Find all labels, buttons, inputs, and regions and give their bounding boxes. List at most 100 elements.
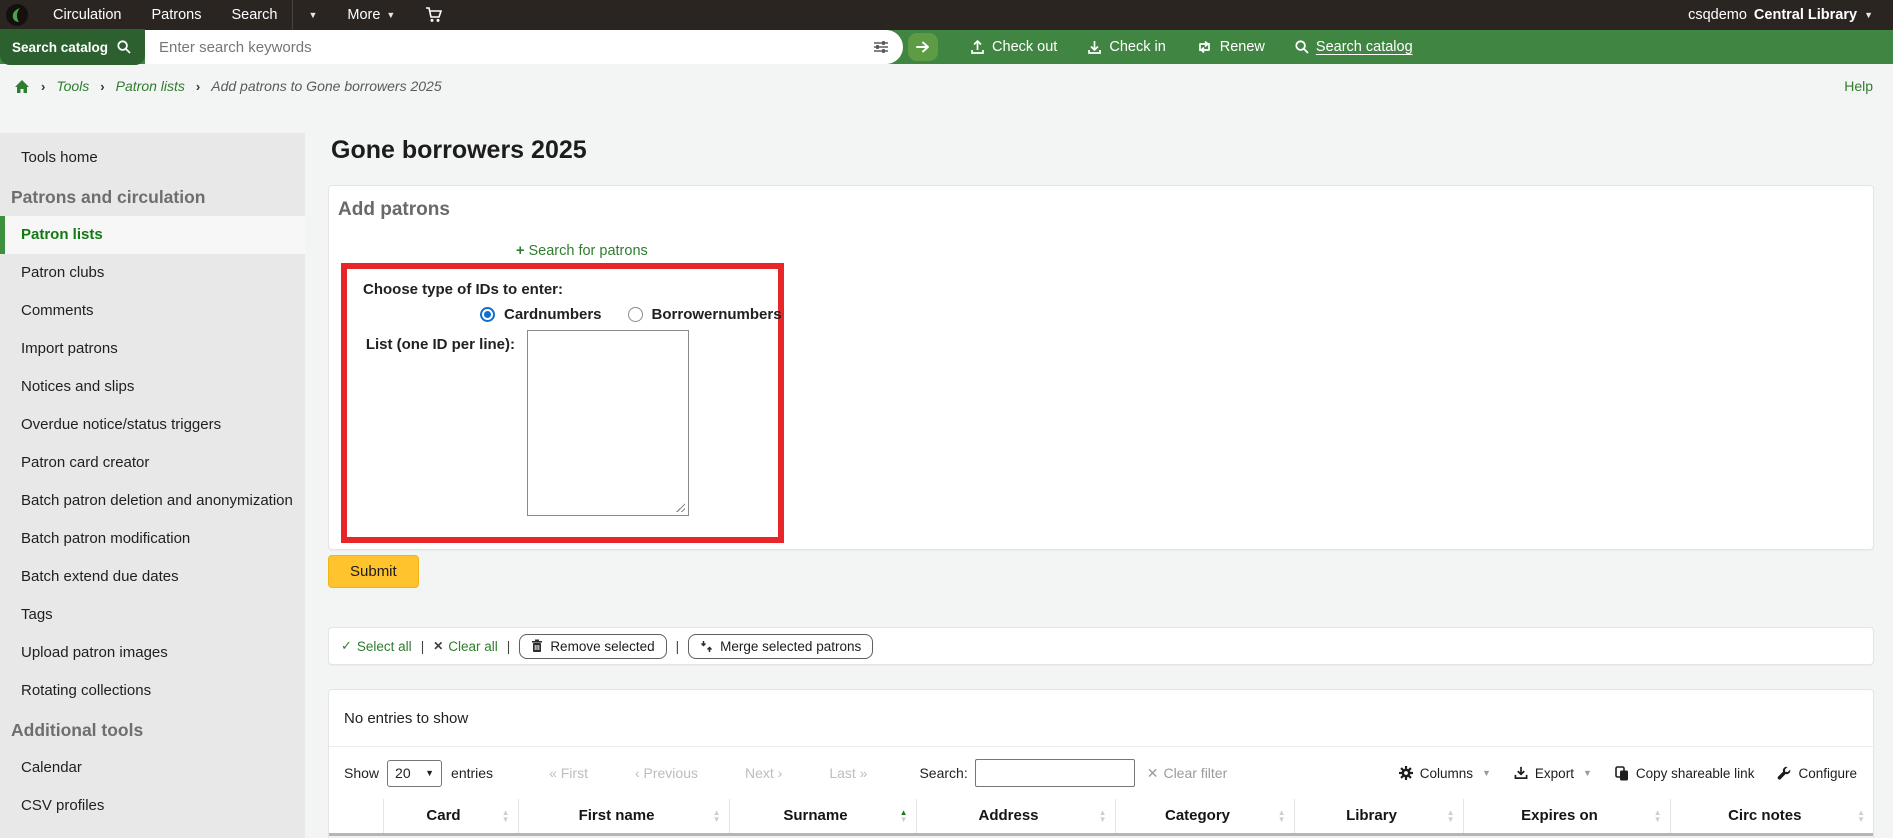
cart-icon <box>425 7 443 23</box>
catalog-search-input[interactable] <box>159 38 874 56</box>
sort-icon: ▲ ▼ <box>712 808 721 824</box>
pagination: « First ‹ Previous Next › Last » <box>549 765 867 781</box>
add-patrons-panel: Add patrons + Search for patrons Choose t… <box>328 185 1874 550</box>
export-button[interactable]: Export ▼ <box>1514 766 1592 781</box>
sidebar-item-patron-clubs[interactable]: Patron clubs <box>0 254 305 292</box>
table-header-row: Card ▲ ▼ First name ▲ ▼ Surname ▲ ▼ Address ▲ ▼ … <box>329 799 1873 835</box>
sidebar-item-patron-lists[interactable]: Patron lists <box>0 216 305 254</box>
chevron-down-icon: ▼ <box>425 768 435 778</box>
id-list-label: List (one ID per line): <box>365 336 515 353</box>
id-list-textarea[interactable] <box>527 330 689 516</box>
search-catalog-link[interactable]: Search catalog <box>1295 39 1413 55</box>
breadcrumb-patron-lists[interactable]: Patron lists <box>116 78 185 94</box>
nav-search[interactable]: Search <box>216 0 292 30</box>
chevron-down-icon: ▼ <box>386 10 396 20</box>
borrowernumbers-radio[interactable] <box>627 307 643 322</box>
table-search-label: Search: <box>919 765 968 781</box>
sidebar-item-notices-slips[interactable]: Notices and slips <box>0 368 305 406</box>
sort-asc-active-icon: ▲ ▼ <box>899 808 908 824</box>
sidebar-item-tags[interactable]: Tags <box>0 596 305 634</box>
submit-button[interactable]: Submit <box>328 555 419 588</box>
columns-button[interactable]: Columns ▼ <box>1398 766 1491 781</box>
sidebar-item-rotating-collections[interactable]: Rotating collections <box>0 672 305 710</box>
cardnumbers-radio-label[interactable]: Cardnumbers <box>504 306 602 323</box>
header-surname[interactable]: Surname ▲ ▼ <box>728 799 916 835</box>
id-type-label: Choose type of IDs to enter: <box>363 281 564 298</box>
check-in-link[interactable]: Check in <box>1087 39 1166 55</box>
header-card[interactable]: Card ▲ ▼ <box>382 799 518 835</box>
breadcrumb-separator: › <box>195 78 201 94</box>
last-page-button[interactable]: Last » <box>829 765 867 781</box>
sidebar-item-csv-profiles[interactable]: CSV profiles <box>0 787 305 825</box>
cardnumbers-radio[interactable] <box>480 307 495 322</box>
login-context: csqdemo <box>1688 7 1747 23</box>
nav-circulation[interactable]: Circulation <box>38 0 137 30</box>
chevron-down-icon: ▼ <box>1864 10 1873 20</box>
sidebar-item-batch-deletion[interactable]: Batch patron deletion and anonymization <box>0 482 305 520</box>
sidebar-item-patron-card-creator[interactable]: Patron card creator <box>0 444 305 482</box>
help-link[interactable]: Help <box>1844 78 1873 94</box>
breadcrumb-separator: › <box>100 78 105 94</box>
logged-in-user-menu[interactable]: csqdemo Central Library ▼ <box>1688 7 1873 23</box>
previous-page-button[interactable]: ‹ Previous <box>635 765 698 781</box>
breadcrumb: › Tools › Patron lists › Add patrons to … <box>0 64 1893 108</box>
search-catalog-tab[interactable]: Search catalog <box>0 29 146 65</box>
configure-button[interactable]: Configure <box>1777 766 1857 781</box>
sidebar-item-overdue-triggers[interactable]: Overdue notice/status triggers <box>0 406 305 444</box>
sort-icon: ▲ ▼ <box>1857 808 1865 824</box>
search-submit-button[interactable] <box>908 33 939 61</box>
koha-logo-icon[interactable] <box>6 4 28 26</box>
renew-link[interactable]: Renew <box>1196 39 1265 55</box>
nav-more-dropdown[interactable]: More ▼ <box>332 0 410 30</box>
select-all-link[interactable]: ✓ Select all <box>341 638 412 654</box>
copy-shareable-link-button[interactable]: Copy shareable link <box>1615 766 1754 781</box>
next-page-button[interactable]: Next › <box>745 765 782 781</box>
clear-all-link[interactable]: ✕ Clear all <box>433 639 498 654</box>
chevron-down-icon: ▼ <box>308 10 318 20</box>
search-icon <box>1295 40 1309 54</box>
check-out-link[interactable]: Check out <box>970 39 1057 55</box>
empty-table-row: No data available in table <box>329 834 1873 838</box>
sidebar-item-calendar[interactable]: Calendar <box>0 749 305 787</box>
sidebar-item-comments[interactable]: Comments <box>0 292 305 330</box>
sidebar-section-patrons-circulation: Patrons and circulation <box>11 187 206 207</box>
merge-selected-button[interactable]: Merge selected patrons <box>688 633 874 659</box>
header-first-name[interactable]: First name ▲ ▼ <box>517 799 729 835</box>
breadcrumb-tools[interactable]: Tools <box>56 78 89 94</box>
clear-filter-link[interactable]: ✕ Clear filter <box>1147 765 1228 782</box>
no-entries-notice: No entries to show <box>329 690 1873 747</box>
search-for-patrons-link[interactable]: + Search for patrons <box>516 243 648 259</box>
header-address[interactable]: Address ▲ ▼ <box>915 799 1115 835</box>
header-checkbox-column <box>329 799 383 835</box>
upload-icon <box>970 39 985 55</box>
list-actions-toolbar: ✓ Select all | ✕ Clear all | Remove sele… <box>328 627 1874 665</box>
nav-search-dropdown[interactable]: ▼ <box>293 0 332 30</box>
sidebar-item-upload-patron-images[interactable]: Upload patron images <box>0 634 305 672</box>
nav-patrons[interactable]: Patrons <box>137 0 217 30</box>
header-circ-notes[interactable]: Circ notes ▲ ▼ <box>1669 799 1873 835</box>
page-size-select[interactable]: 20 ▼ <box>387 759 443 787</box>
header-expires-on[interactable]: Expires on ▲ ▼ <box>1462 799 1670 835</box>
sidebar-item-batch-extend-due-dates[interactable]: Batch extend due dates <box>0 558 305 596</box>
remove-selected-button[interactable]: Remove selected <box>519 633 667 659</box>
sidebar-item-batch-modification[interactable]: Batch patron modification <box>0 520 305 558</box>
toolbar-separator: | <box>420 638 425 654</box>
filter-sliders-icon[interactable] <box>873 40 889 54</box>
catalog-search-field-wrap <box>145 30 904 64</box>
table-buttons: Columns ▼ Export ▼ Copy shareable link C… <box>1398 766 1857 781</box>
first-page-button[interactable]: « First <box>549 765 588 781</box>
x-icon: ✕ <box>433 639 444 653</box>
cart-button[interactable] <box>410 0 458 30</box>
resize-handle-icon[interactable] <box>675 502 685 512</box>
add-patrons-heading: Add patrons <box>338 199 450 220</box>
breadcrumb-separator: › <box>41 78 46 94</box>
search-icon <box>117 40 131 54</box>
home-icon[interactable] <box>14 79 30 94</box>
sidebar-item-import-patrons[interactable]: Import patrons <box>0 330 305 368</box>
table-search-input[interactable] <box>974 759 1135 787</box>
borrowernumbers-radio-label[interactable]: Borrowernumbers <box>652 306 782 323</box>
header-library[interactable]: Library ▲ ▼ <box>1293 799 1463 835</box>
sidebar-item-tools-home[interactable]: Tools home <box>0 139 305 177</box>
header-category[interactable]: Category ▲ ▼ <box>1114 799 1294 835</box>
sort-icon: ▲ ▼ <box>1653 808 1662 824</box>
